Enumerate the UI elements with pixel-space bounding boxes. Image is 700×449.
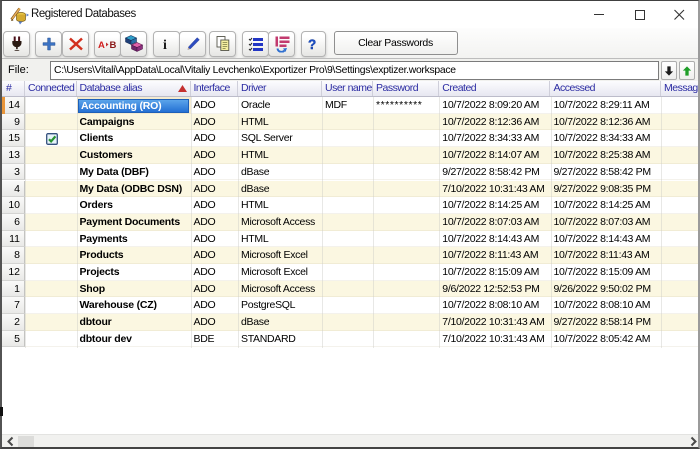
svg-text:i: i (163, 38, 167, 52)
svg-text:B: B (109, 40, 116, 50)
svg-text:?: ? (308, 37, 316, 52)
svg-text:A: A (98, 40, 105, 50)
